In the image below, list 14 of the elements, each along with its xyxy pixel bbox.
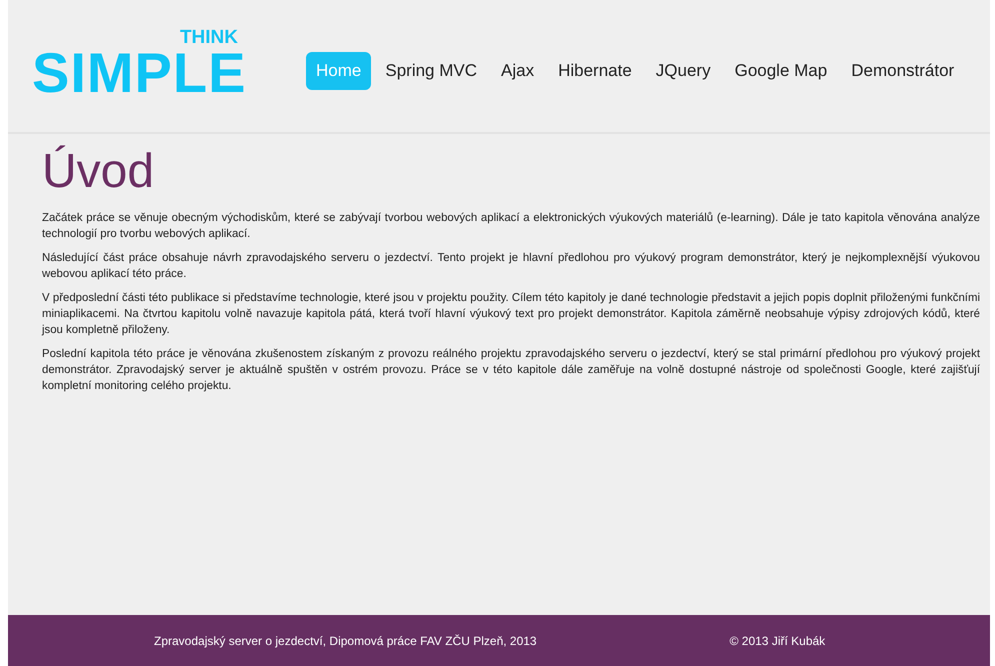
logo-tagline: THINK xyxy=(180,29,238,47)
nav-link[interactable]: Spring MVC xyxy=(375,52,487,90)
nav-link[interactable]: Google Map xyxy=(724,52,838,90)
page-heading: Úvod xyxy=(42,144,156,200)
nav-link[interactable]: JQuery xyxy=(646,52,721,90)
paragraph: Poslední kapitola této práce je věnována zkušenostem získaným z provozu reálného projektu zpravodajského serveru o jezdectví, který se stal primární předlohou pro výukový projekt demonstrátor. Zpravodajský server je aktuálně spuštěn v ostrém provozu. Práce se v této kapitole dále zaměřuje na volně dostupné nástroje od společnosti Google, které zajišťují kompletní monitoring celého projektu. xyxy=(42,347,980,394)
nav-link[interactable]: Ajax xyxy=(491,52,544,90)
paragraph: Následující část práce obsahuje návrh zpravodajského serveru o jezdectví. Tento projekt je hlavní předlohou pro výukový program demonstrátor, který je nejkomplexnější výukovou webovou aplikací této práce. xyxy=(42,251,980,282)
paragraph: V předposlední části této publikace si představíme technologie, které jsou v projektu použity. Cílem této kapitoly je dané technologie představit a jejich popis doplnit přiloženými funkčními miniaplikacemi. Na čtvrtou kapitolu volně navazuje kapitola pátá, která tvoří hlavní výukový text pro projekt demonstrátor. Kapitola záměrně neobsahuje výpisy zdrojových kódů, které jsou kompletně přiloženy. xyxy=(42,291,980,338)
footer-text: Zpravodajský server o jezdectví, Dipomová práce FAV ZČU Plzeň, 2013 xyxy=(154,634,537,648)
nav-link[interactable]: Hibernate xyxy=(548,52,642,90)
nav-link[interactable]: Demonstrátor xyxy=(841,52,964,90)
paragraph: Začátek práce se věnuje obecným východiskům, které se zabývají tvorbou webových aplikací a elektronických výukových materiálů (e-learning). Dále je tato kapitola věnována analýze technologií pro tvorbu webových aplikací. xyxy=(42,210,980,242)
copyright-text: © 2013 Jiří Kubák xyxy=(730,634,826,648)
